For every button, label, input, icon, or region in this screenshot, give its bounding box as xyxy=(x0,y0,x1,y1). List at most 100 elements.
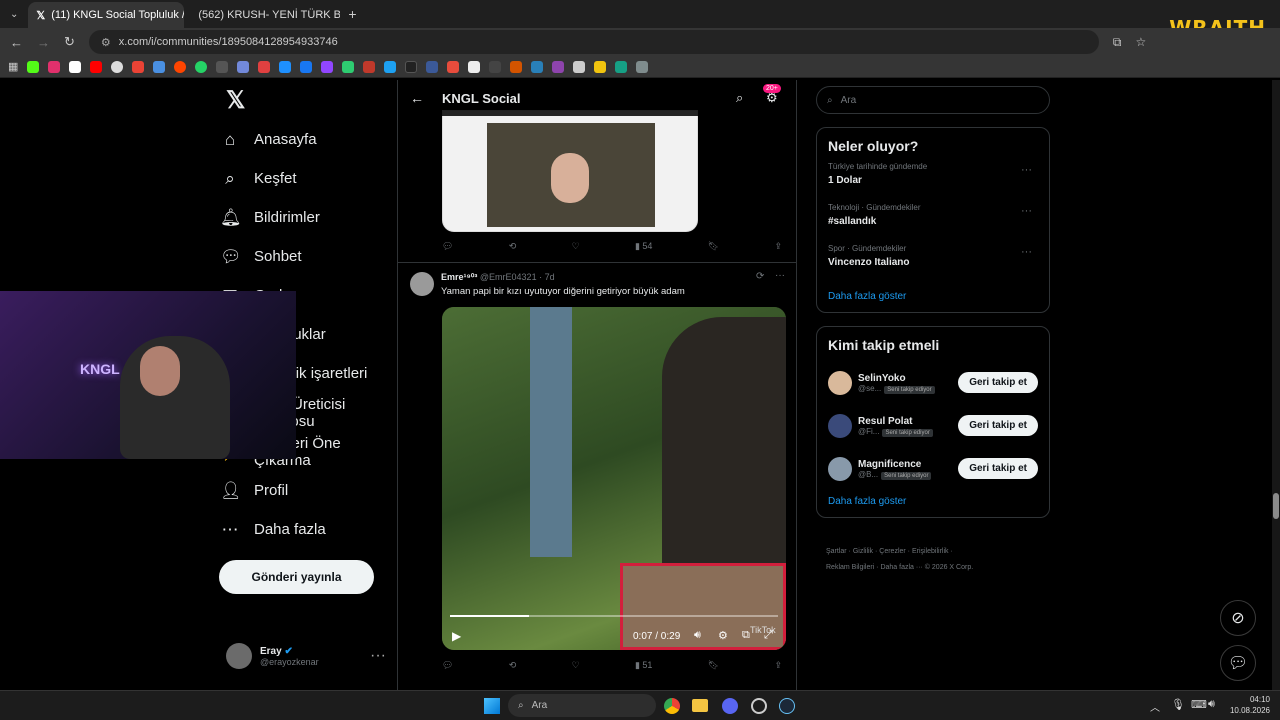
footer-line[interactable]: Şartlar · Gizlilik · Çerezler · Erişileb… xyxy=(826,544,1050,560)
tab-list-chevron-icon[interactable]: ⌄ xyxy=(0,9,28,20)
volume-icon[interactable]: 🔊︎ xyxy=(1208,698,1215,711)
x-logo-icon[interactable]: 𝕏 xyxy=(226,86,396,114)
url-field[interactable]: ⚙ x.com/i/communities/189508412895493374… xyxy=(88,30,1099,54)
nav-item-chat[interactable]: 💬︎ Sohbet xyxy=(220,237,396,276)
chrome-icon[interactable] xyxy=(664,698,680,714)
bookmark-icon[interactable] xyxy=(132,60,145,73)
tray-chevron-icon[interactable]: ︿ xyxy=(1150,699,1160,714)
bookmark-icon[interactable] xyxy=(489,60,502,73)
reply-icon[interactable]: 💬︎ xyxy=(442,241,453,252)
bookmark-icon[interactable] xyxy=(573,60,586,73)
search-icon[interactable]: ⌕ xyxy=(736,90,743,106)
nav-item-notifications[interactable]: 🔔︎ Bildirimler xyxy=(220,198,396,237)
trend-more-icon[interactable]: ··· xyxy=(1021,246,1032,258)
bookmark-icon[interactable] xyxy=(636,60,649,73)
reload-icon[interactable]: ↻ xyxy=(64,34,75,50)
trend-item[interactable]: Spor · Gündemdekiler Vincenzo Italiano ·… xyxy=(828,244,1038,285)
new-tab-icon[interactable]: + xyxy=(340,6,364,22)
bookmark-icon[interactable] xyxy=(615,60,628,73)
windows-start-icon[interactable] xyxy=(484,698,500,714)
fullscreen-icon[interactable]: ⤢ xyxy=(764,629,773,642)
bookmark-icon[interactable] xyxy=(27,60,40,73)
bookmark-icon[interactable] xyxy=(447,60,460,73)
nav-item-more[interactable]: ⋯ Daha fazla xyxy=(220,510,396,549)
account-switcher[interactable]: Eray ✔ @erayozkenar ··· xyxy=(226,643,386,669)
bookmark-icon[interactable] xyxy=(279,60,292,73)
bookmark-icon[interactable] xyxy=(300,60,313,73)
show-more-follow-link[interactable]: Daha fazla göster xyxy=(828,496,1038,507)
install-icon[interactable]: ⧉ xyxy=(1113,35,1122,50)
trend-more-icon[interactable]: ··· xyxy=(1021,205,1032,217)
back-icon[interactable]: ← xyxy=(10,35,23,50)
mic-icon[interactable]: 🎙︎ xyxy=(1171,698,1185,711)
video-settings-icon[interactable]: ⚙ xyxy=(718,629,728,642)
footer-line[interactable]: Reklam Bilgileri · Daha fazla ··· © 2026… xyxy=(826,560,1050,576)
bookmark-icon[interactable] xyxy=(594,60,607,73)
video-progress-track[interactable] xyxy=(450,615,778,617)
bookmark-icon[interactable] xyxy=(237,60,250,73)
bookmark-icon[interactable] xyxy=(69,60,82,73)
nav-item-profile[interactable]: 👤︎ Profil xyxy=(220,471,396,510)
bookmark-icon[interactable] xyxy=(342,60,355,73)
bookmark-icon[interactable] xyxy=(363,60,376,73)
forward-icon[interactable]: → xyxy=(37,35,50,50)
play-icon[interactable]: ▶ xyxy=(452,629,461,643)
follow-suggestion[interactable]: Resul Polat @Fi... Seni takip ediyor Geri … xyxy=(828,404,1038,447)
bookmark-icon[interactable] xyxy=(90,60,103,73)
follow-suggestion[interactable]: Magnificence @B... Seni takip ediyor Geri … xyxy=(828,447,1038,490)
follow-back-button[interactable]: Geri takip et xyxy=(958,458,1038,479)
post-more-icon[interactable]: ··· xyxy=(775,270,785,281)
follow-back-button[interactable]: Geri takip et xyxy=(958,415,1038,436)
taskbar-search[interactable]: ⌕ Ara xyxy=(508,694,656,717)
nav-item-home[interactable]: ⌂ Anasayfa xyxy=(220,120,396,159)
bookmark-icon[interactable] xyxy=(531,60,544,73)
steam-icon[interactable] xyxy=(779,698,795,714)
video-player[interactable]: TikTok ▶ 0:07 / 0:29 🔊︎ ⚙ ⧉ ⤢ xyxy=(442,307,786,650)
bookmark-icon[interactable] xyxy=(384,60,397,73)
author-handle[interactable]: @EmrE04321 xyxy=(480,272,537,282)
app-icon[interactable] xyxy=(751,698,767,714)
bookmark-icon[interactable] xyxy=(153,60,166,73)
discord-icon[interactable] xyxy=(722,698,738,714)
author-name[interactable]: Emre¹⁹⁰³ xyxy=(441,272,477,282)
star-icon[interactable]: ☆ xyxy=(1135,35,1146,49)
avatar[interactable] xyxy=(410,272,434,296)
trend-more-icon[interactable]: ··· xyxy=(1021,164,1032,176)
pip-icon[interactable]: ⧉ xyxy=(742,629,750,642)
network-icon[interactable]: ⌨ xyxy=(1191,698,1207,711)
nav-item-explore[interactable]: ⌕ Keşfet xyxy=(220,159,396,198)
post-button[interactable]: Gönderi yayınla xyxy=(219,560,374,594)
bookmark-icon[interactable] xyxy=(321,60,334,73)
like-icon[interactable]: ♡ xyxy=(572,660,580,671)
scrollbar-thumb[interactable] xyxy=(1273,493,1279,519)
messages-fab-icon[interactable]: 💬︎ xyxy=(1220,645,1256,681)
bookmark-icon[interactable]: 🔖︎ xyxy=(708,241,719,252)
bookmark-icon[interactable] xyxy=(111,60,124,73)
bookmark-icon[interactable]: 🔖︎ xyxy=(708,660,719,671)
bookmark-icon[interactable] xyxy=(174,60,187,73)
explorer-icon[interactable] xyxy=(692,699,708,712)
repost-icon[interactable]: ⟲ xyxy=(509,660,517,671)
bookmark-icon[interactable] xyxy=(510,60,523,73)
views-count[interactable]: ▮ 51 xyxy=(635,660,652,671)
repost-icon[interactable]: ⟲ xyxy=(509,241,517,252)
tab-kngl-social[interactable]: 𝕏 (11) KNGL Social Topluluk / X ✕ xyxy=(28,2,185,28)
search-input[interactable]: ⌕ Ara xyxy=(816,86,1050,114)
trend-item[interactable]: Teknoloji · Gündemdekiler #sallandık ··· xyxy=(828,203,1038,244)
follow-suggestion[interactable]: SelinYoko @se... Seni takip ediyor Geri ta… xyxy=(828,361,1038,404)
bookmark-icon[interactable] xyxy=(258,60,271,73)
apps-icon[interactable]: ▦ xyxy=(8,60,18,73)
volume-icon[interactable]: 🔊︎ xyxy=(694,629,701,642)
views-count[interactable]: ▮ 54 xyxy=(635,241,652,252)
site-info-icon[interactable]: ⚙ xyxy=(101,36,111,49)
taskbar-clock[interactable]: 04:10 10.08.2026 xyxy=(1230,694,1270,716)
show-more-trends-link[interactable]: Daha fazla göster xyxy=(828,291,1038,302)
bookmark-icon[interactable] xyxy=(552,60,565,73)
grok-fab-icon[interactable]: ⊘ xyxy=(1220,600,1256,636)
bookmark-icon[interactable] xyxy=(426,60,439,73)
like-icon[interactable]: ♡ xyxy=(572,241,580,252)
bookmark-icon[interactable] xyxy=(48,60,61,73)
bookmark-icon[interactable] xyxy=(468,60,481,73)
scrollbar-track[interactable] xyxy=(1272,80,1280,690)
back-arrow-icon[interactable]: ← xyxy=(410,90,424,106)
